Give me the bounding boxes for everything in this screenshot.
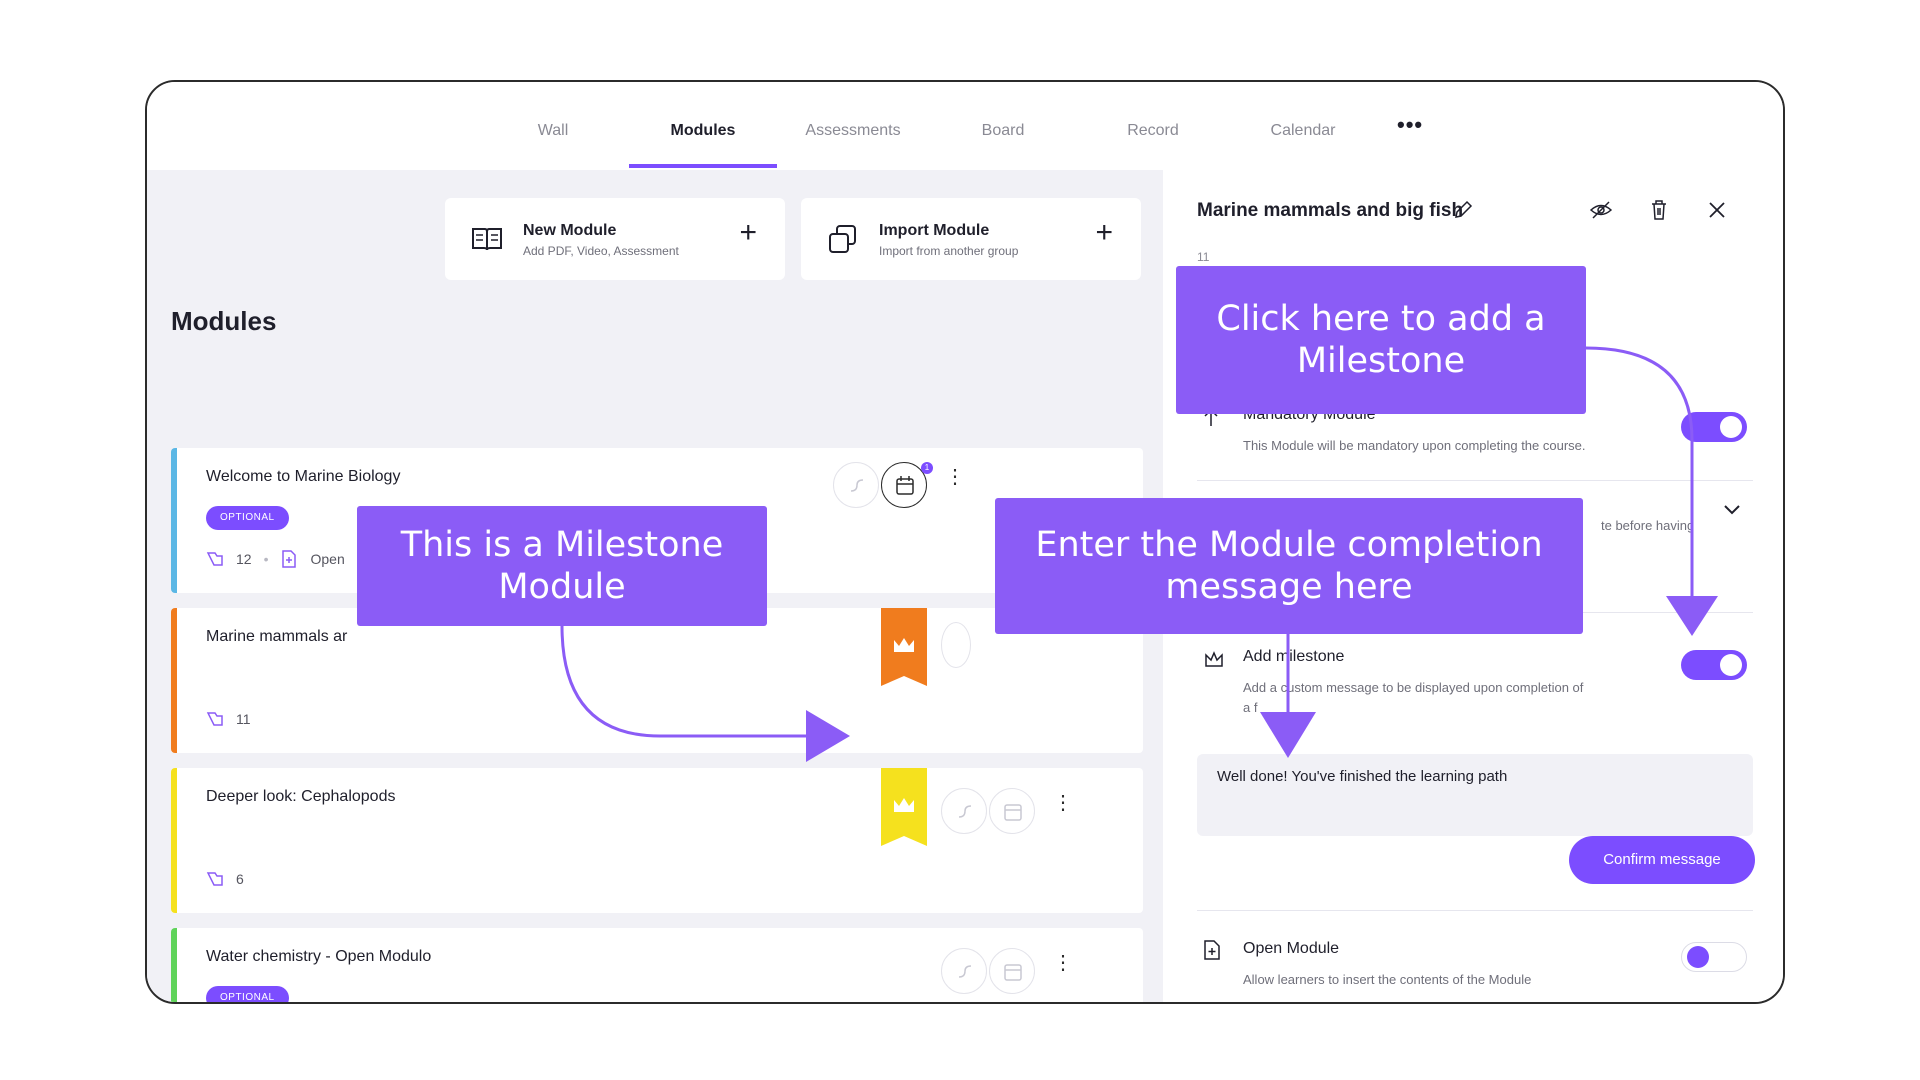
path-icon <box>958 805 972 818</box>
callout-add-milestone: Click here to add a Milestone <box>1176 266 1586 414</box>
module-color-stripe <box>171 768 177 913</box>
notification-badge: 1 <box>921 462 933 474</box>
completion-message-input[interactable]: Well done! You've finished the learning … <box>1197 754 1753 836</box>
tab-modules[interactable]: Modules <box>629 122 777 140</box>
tab-wall[interactable]: Wall <box>479 122 627 140</box>
new-module-title: New Module <box>523 222 617 239</box>
top-tab-bar: Wall Modules Assessments Board Record Ca… <box>147 82 1783 170</box>
path-button[interactable] <box>941 788 987 834</box>
schedule-button[interactable] <box>989 948 1035 994</box>
module-title: Marine mammals ar <box>206 628 348 645</box>
module-card-cephalopods[interactable]: Deeper look: Cephalopods 6 ⋮ <box>171 768 1143 913</box>
content-count-icon <box>206 552 223 566</box>
open-document-icon <box>1204 940 1220 960</box>
module-title: Welcome to Marine Biology <box>206 468 401 485</box>
module-meta: 6 <box>206 870 244 888</box>
divider <box>1197 480 1753 481</box>
more-tabs-button[interactable]: ••• <box>1397 112 1423 138</box>
crown-icon <box>1205 651 1223 667</box>
trash-icon[interactable] <box>1647 198 1671 222</box>
more-options-icon[interactable]: ⋮ <box>1053 793 1073 813</box>
chevron-down-icon[interactable] <box>1721 498 1743 520</box>
tab-record[interactable]: Record <box>1079 122 1227 140</box>
new-module-subtitle: Add PDF, Video, Assessment <box>523 244 679 258</box>
path-button[interactable] <box>941 622 971 668</box>
calendar-icon <box>1004 804 1022 821</box>
tab-board[interactable]: Board <box>929 122 1077 140</box>
module-card-water-chemistry[interactable]: Water chemistry - Open Modulo OPTIONAL ⋮ <box>171 928 1143 1002</box>
open-module-toggle[interactable] <box>1681 942 1747 972</box>
edit-pencil-icon[interactable] <box>1453 200 1473 220</box>
content-count: 12 <box>236 551 252 567</box>
tab-calendar[interactable]: Calendar <box>1229 122 1377 140</box>
add-milestone-title: Add milestone <box>1243 648 1345 665</box>
schedule-button[interactable] <box>989 788 1035 834</box>
modules-heading: Modules <box>171 306 277 336</box>
module-title: Deeper look: Cephalopods <box>206 788 396 805</box>
open-status: Open <box>310 551 345 567</box>
path-icon <box>850 479 864 492</box>
import-module-button[interactable]: Import Module Import from another group … <box>801 198 1141 280</box>
content-count-icon <box>206 872 223 886</box>
calendar-icon <box>1004 964 1022 981</box>
mandatory-toggle[interactable] <box>1681 412 1747 442</box>
tab-assessments[interactable]: Assessments <box>779 122 927 140</box>
module-color-stripe <box>171 448 177 593</box>
add-milestone-toggle[interactable] <box>1681 650 1747 680</box>
optional-badge: OPTIONAL <box>206 986 289 1002</box>
module-meta: 11 <box>206 710 251 728</box>
plus-icon: + <box>1095 216 1113 249</box>
path-button[interactable] <box>833 462 879 508</box>
active-tab-indicator <box>629 164 777 168</box>
optional-badge: OPTIONAL <box>206 506 289 530</box>
content-count-icon <box>206 712 223 726</box>
content-count: 6 <box>236 871 244 887</box>
book-icon <box>472 228 502 251</box>
hide-eye-icon[interactable] <box>1589 198 1613 222</box>
content-count: 11 <box>236 711 251 727</box>
open-document-icon <box>282 550 297 568</box>
divider <box>1197 910 1753 911</box>
module-title: Water chemistry - Open Modulo <box>206 948 432 965</box>
import-module-subtitle: Import from another group <box>879 244 1019 258</box>
more-options-icon[interactable]: ⋮ <box>1053 953 1073 973</box>
separator-dot: • <box>263 551 269 567</box>
plus-icon: + <box>739 216 757 249</box>
partial-description: te before having <box>1601 518 1695 533</box>
module-color-stripe <box>171 928 177 1002</box>
open-module-title: Open Module <box>1243 940 1340 957</box>
add-milestone-description-cont: a f <box>1243 700 1258 715</box>
copy-icon <box>829 225 856 253</box>
path-icon <box>958 965 972 978</box>
mandatory-description: This Module will be mandatory upon compl… <box>1243 438 1586 453</box>
module-meta: 12 • Open <box>206 550 345 568</box>
add-milestone-description: Add a custom message to be displayed upo… <box>1243 680 1584 695</box>
panel-title: Marine mammals and big fish <box>1197 200 1464 221</box>
milestone-flag-icon <box>881 608 927 686</box>
completion-message-text: Well done! You've finished the learning … <box>1217 768 1508 785</box>
path-button[interactable] <box>941 948 987 994</box>
new-module-button[interactable]: New Module Add PDF, Video, Assessment + <box>445 198 785 280</box>
panel-content-count: 11 <box>1197 250 1210 264</box>
milestone-flag-icon <box>881 768 927 846</box>
import-module-title: Import Module <box>879 222 990 239</box>
callout-completion-message: Enter the Module completion message here <box>995 498 1583 634</box>
open-module-description: Allow learners to insert the contents of… <box>1243 972 1532 987</box>
callout-milestone-module: This is a Milestone Module <box>357 506 767 626</box>
close-icon[interactable] <box>1705 198 1729 222</box>
confirm-message-button[interactable]: Confirm message <box>1569 836 1755 884</box>
more-options-icon[interactable]: ⋮ <box>945 467 965 487</box>
module-color-stripe <box>171 608 177 753</box>
